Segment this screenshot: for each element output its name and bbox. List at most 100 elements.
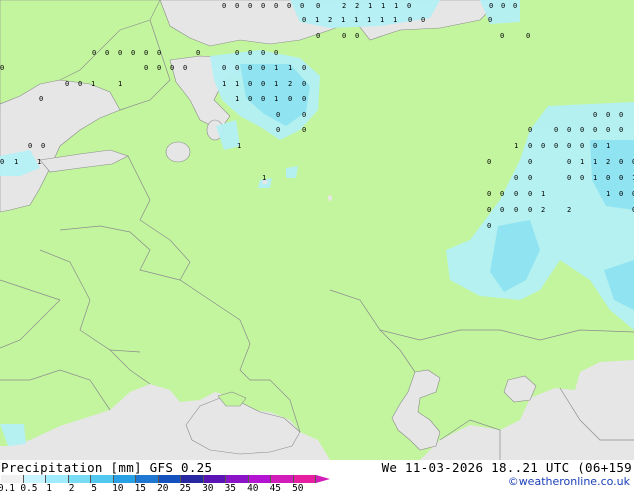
precip-value-label: 1 [380,16,384,24]
precip-value-label: 0 [528,174,532,182]
precip-value-label: 1 [274,95,278,103]
precip-value-label: 0 [528,206,532,214]
precip-value-label: 0 [274,49,278,57]
precip-value-label: 0 [261,49,265,57]
precip-value-label: 2 [606,158,610,166]
precip-value-label: 0 [261,80,265,88]
precip-value-label: 0 [248,80,252,88]
legend-color-bar [1,475,316,483]
precip-value-label: 0 [222,64,226,72]
legend-swatch [158,475,181,483]
precip-value-label: 2 [342,2,346,10]
precip-value-label: 0 [157,64,161,72]
precip-value-label: 0 [302,111,306,119]
precip-value-label: 0 [606,126,610,134]
precip-value-label: 1 [394,2,398,10]
island [328,195,332,201]
precip-value-label: 0 [131,49,135,57]
legend-swatch [181,475,204,483]
legend-tick-label: 35 [224,483,237,494]
precip-value-label: 0 [580,142,584,150]
legend-tick-label: 0.1 [0,483,16,494]
credit-link[interactable]: ©weatheronline.co.uk [508,475,630,488]
precip-value-label: 0 [355,32,359,40]
precip-value-label: 0 [567,174,571,182]
precip-value-label: 0 [222,2,226,10]
precip-value-label: 0 [513,2,517,10]
legend-swatch [46,475,69,483]
precip-value-label: 1 [315,16,319,24]
precip-value-label: 0 [567,126,571,134]
precip-value-label: 0 [514,190,518,198]
legend-swatch [68,475,91,483]
precip-value-label: 0 [0,64,4,72]
precip-value-label: 0 [593,126,597,134]
precip-value-label: 0 [302,64,306,72]
precip-value-label: 1 [393,16,397,24]
precip-value-label: 0 [302,95,306,103]
legend-ticks: 0.1 0.5 1 2 5 10 15 20 25 30 35 40 45 50 [0,483,340,494]
precip-value-label: 0 [593,111,597,119]
precip-value-label: 0 [248,49,252,57]
precip-value-label: 1 [274,64,278,72]
legend-tick-label: 40 [247,483,259,494]
legend-swatch [1,475,24,483]
precip-value-label: 1 [274,80,278,88]
precip-value-label: 1 [91,80,95,88]
precip-value-label: 0 [39,95,43,103]
precip-value-label: 0 [65,80,69,88]
legend-tick-label: 0.5 [20,483,38,494]
precip-value-label: 0 [487,190,491,198]
legend-swatch [271,475,294,483]
legend-swatch [203,475,226,483]
precip-value-label: 0 [170,64,174,72]
precip-value-label: 0 [302,80,306,88]
precip-value-label: 0 [288,95,292,103]
precip-value-label: 0 [316,2,320,10]
precip-value-label: 1 [222,80,226,88]
legend-swatch [226,475,249,483]
precip-value-label: 2 [288,80,292,88]
precip-value-label: 0 [408,16,412,24]
precip-value-label: 0 [500,190,504,198]
precip-value-label: 1 [235,95,239,103]
precip-value-label: 1 [288,64,292,72]
precip-value-label: 2 [567,206,571,214]
precip-value-label: 0 [196,49,200,57]
precip-value-label: 0 [248,64,252,72]
precip-value-label: 0 [554,126,558,134]
legend-tick-label: 1 [46,483,53,494]
precip-value-label: 1 [541,190,545,198]
legend-tick-label: 45 [269,483,282,494]
precip-value-label: 0 [41,142,45,150]
legend-swatch [293,475,316,483]
legend-tick-label: 10 [112,483,124,494]
precip-value-label: 0 [92,49,96,57]
precip-value-label: 1 [37,158,41,166]
precip-value-label: 0 [619,190,623,198]
precip-value-label: 0 [300,2,304,10]
precip-value-label: 1 [341,16,345,24]
legend-swatch [248,475,271,483]
precip-value-label: 0 [514,206,518,214]
precip-value-label: 0 [489,2,493,10]
precip-value-label: 2 [355,2,359,10]
precip-value-label: 0 [606,174,610,182]
precip-value-label: 0 [514,174,518,182]
footer-panel: Precipitation [mm] GFS 0.25 We 11-03-202… [0,460,634,494]
precip-value-label: 1 [367,16,371,24]
precip-value-label: 0 [580,174,584,182]
precip-value-label: 0 [606,111,610,119]
product-title: Precipitation [mm] GFS 0.25 [1,460,213,475]
precip-value-label: 0 [487,206,491,214]
precip-value-label: 0 [554,142,558,150]
precip-value-label: 0 [235,64,239,72]
precip-value-label: 1 [606,142,610,150]
precip-value-label: 0 [261,64,265,72]
precip-value-label: 2 [328,16,332,24]
precip-value-label: 0 [144,49,148,57]
precip-value-label: 0 [593,142,597,150]
precip-value-label: 0 [342,32,346,40]
precip-value-label: 0 [248,2,252,10]
precip-value-label: 1 [368,2,372,10]
